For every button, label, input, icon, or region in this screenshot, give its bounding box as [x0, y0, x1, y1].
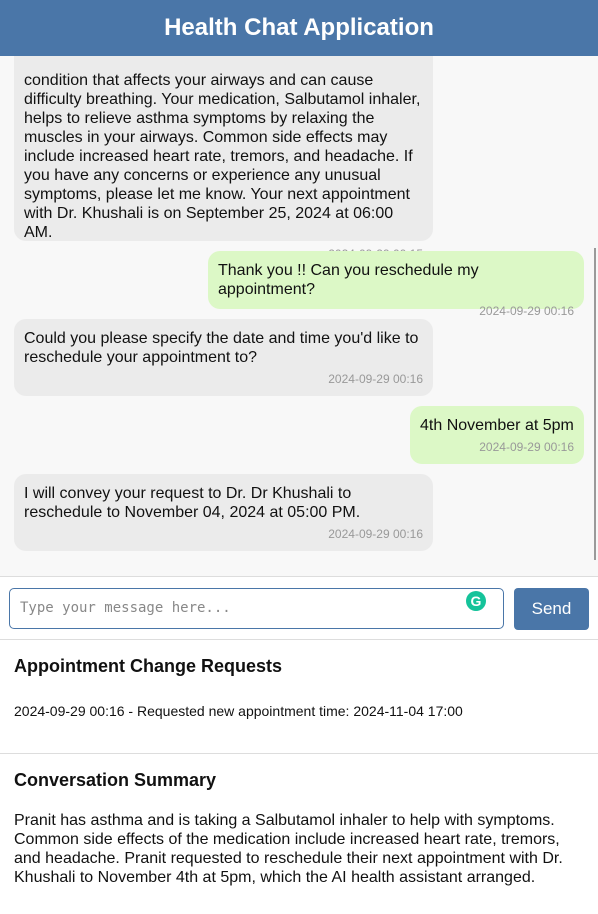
send-button[interactable]: Send [514, 588, 589, 630]
assistant-message: condition that affects your airways and … [14, 56, 433, 261]
grammarly-icon[interactable]: G [466, 591, 486, 611]
message-input-wrapper: G [9, 588, 504, 629]
app-title: Health Chat Application [164, 14, 434, 41]
message-timestamp: 2024-09-29 00:16 [328, 527, 423, 541]
message-timestamp: 2024-09-29 00:16 [479, 440, 574, 454]
message-composer: G Send [0, 576, 598, 640]
message-text: Thank you !! Can you reschedule my appoi… [218, 262, 479, 298]
message-input[interactable] [10, 589, 470, 627]
message-text: condition that affects your airways and … [24, 72, 421, 241]
assistant-message: I will convey your request to Dr. Dr Khu… [14, 474, 433, 551]
appointment-change-requests: Appointment Change Requests 2024-09-29 0… [0, 656, 598, 754]
message-text: 4th November at 5pm [420, 417, 574, 434]
summary-text: Pranit has asthma and is taking a Salbut… [14, 812, 563, 886]
summary-heading: Conversation Summary [14, 770, 217, 790]
conversation-summary: Conversation Summary Pranit has asthma a… [0, 770, 598, 887]
user-message: Thank you !! Can you reschedule my appoi… [208, 251, 584, 318]
appointment-request-item: 2024-09-29 00:16 - Requested new appoint… [14, 703, 463, 719]
app-header: Health Chat Application [0, 0, 598, 56]
message-text: I will convey your request to Dr. Dr Khu… [24, 485, 361, 521]
message-timestamp: 2024-09-29 00:16 [328, 372, 423, 386]
message-text: Could you please specify the date and ti… [24, 330, 419, 366]
chat-scrollbar[interactable] [594, 248, 596, 560]
user-message: 4th November at 5pm 2024-09-29 00:16 [410, 406, 584, 464]
assistant-message: Could you please specify the date and ti… [14, 319, 433, 396]
chat-window[interactable]: condition that affects your airways and … [0, 56, 598, 576]
appointments-heading: Appointment Change Requests [14, 656, 283, 676]
